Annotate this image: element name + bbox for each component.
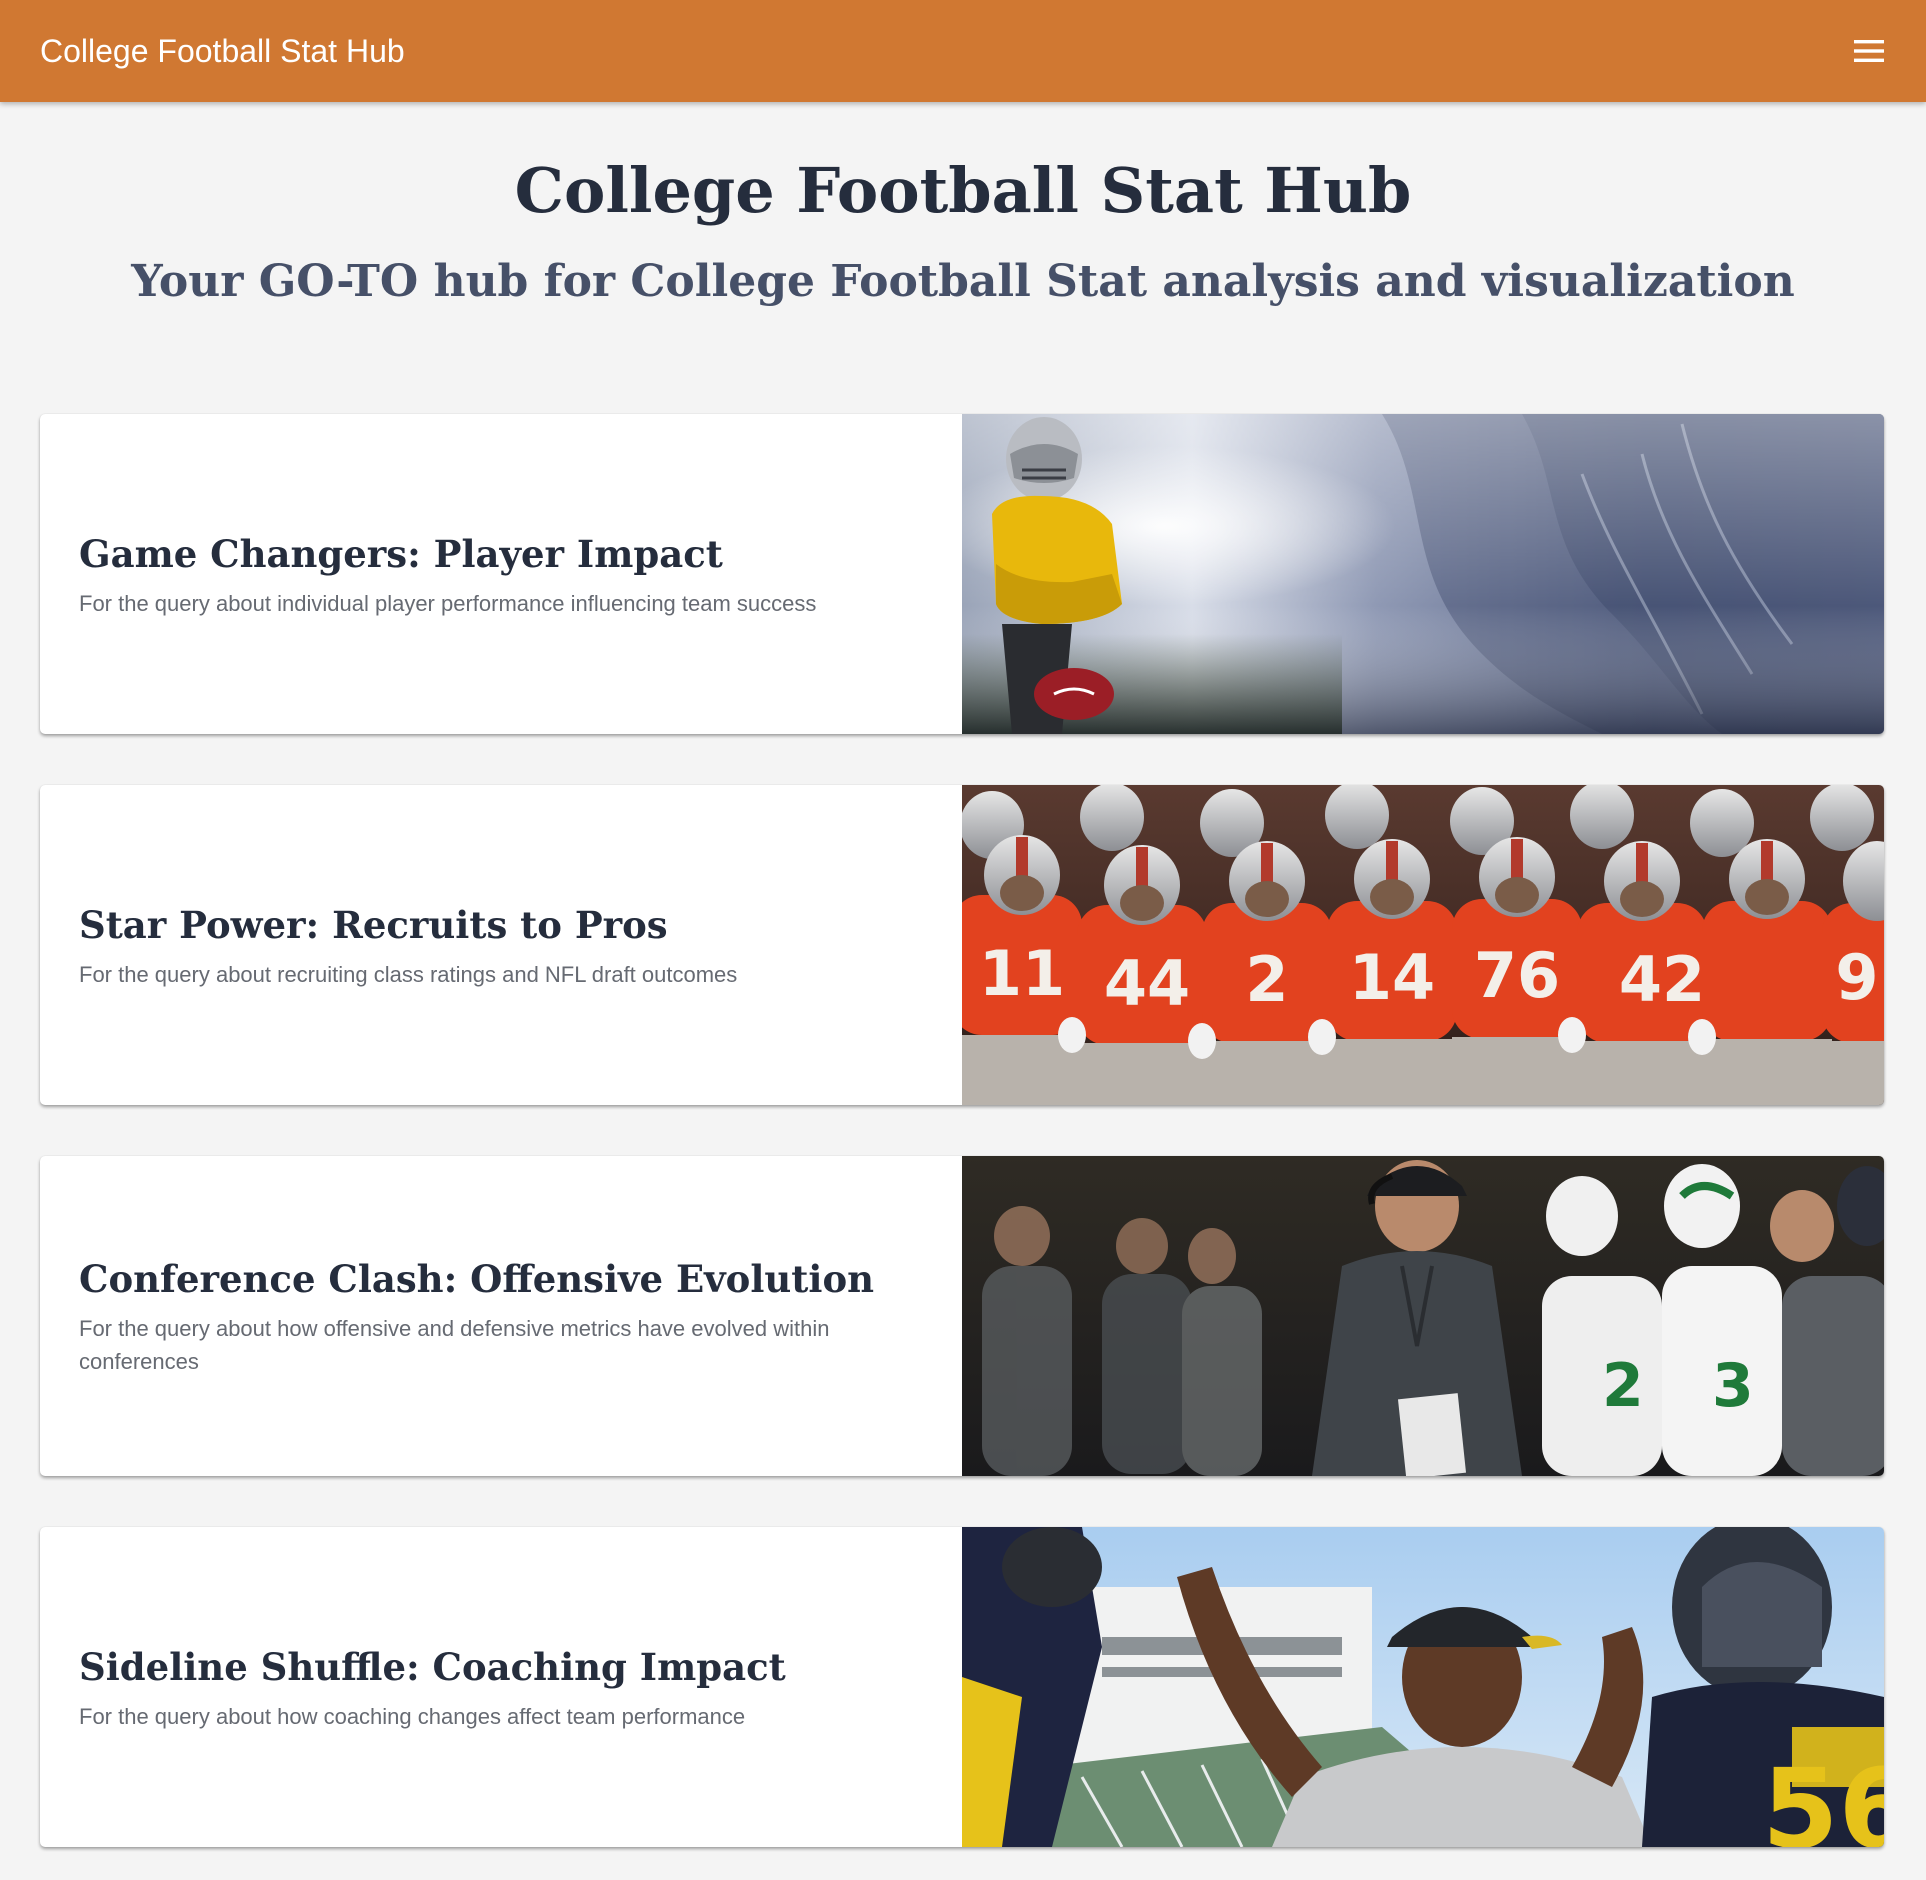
page-title: College Football Stat Hub [514,154,1412,227]
card-description: For the query about individual player pe… [79,590,817,616]
card-description: For the query about how coaching changes… [79,1703,746,1729]
card-text: Game Changers: Player Impact For the que… [40,414,962,734]
card-list: Game Changers: Player Impact For the que… [40,414,1884,1880]
app-bar: College Football Stat Hub [0,0,1926,102]
jersey-number: 2 [1245,943,1288,1016]
svg-text:56: 56 [1762,1745,1884,1847]
card-description: For the query about recruiting class rat… [79,961,738,987]
jersey-number: 76 [1474,939,1560,1012]
hamburger-menu-icon [1853,39,1885,63]
jersey-number: 44 [1104,947,1190,1020]
card-description: For the query about how offensive and de… [79,1316,830,1374]
card-title: Game Changers: Player Impact [79,531,723,576]
coach-celebrating-with-players-photo: 56 [962,1527,1884,1847]
card-text: Star Power: Recruits to Pros For the que… [40,785,962,1105]
team-in-red-jerseys-lined-up-photo: 11 44 2 14 76 42 9 [962,785,1884,1105]
card-game-changers[interactable]: Game Changers: Player Impact For the que… [40,414,1884,734]
card-star-power[interactable]: Star Power: Recruits to Pros For the que… [40,785,1884,1105]
app-bar-title[interactable]: College Football Stat Hub [40,31,405,71]
card-title: Sideline Shuffle: Coaching Impact [79,1644,786,1689]
card-text: Conference Clash: Offensive Evolution Fo… [40,1156,962,1476]
page-subtitle: Your GO-TO hub for College Football Stat… [131,256,1795,307]
jersey-number: 14 [1349,941,1435,1014]
jersey-number: 42 [1619,943,1705,1016]
svg-text:3: 3 [1712,1351,1754,1421]
card-text: Sideline Shuffle: Coaching Impact For th… [40,1527,962,1847]
card-conference-clash[interactable]: Conference Clash: Offensive Evolution Fo… [40,1156,1884,1476]
svg-text:2: 2 [1602,1351,1644,1421]
jersey-number: 9 [1835,941,1878,1014]
card-title: Conference Clash: Offensive Evolution [79,1257,875,1301]
card-sideline-shuffle[interactable]: Sideline Shuffle: Coaching Impact For th… [40,1527,1884,1847]
card-title: Star Power: Recruits to Pros [79,902,668,947]
coach-with-headset-on-sideline-photo: 2 3 [962,1156,1884,1476]
player-in-yellow-jersey-holding-football-photo [962,414,1884,734]
jersey-number: 11 [979,937,1065,1010]
menu-button[interactable] [1848,30,1890,72]
